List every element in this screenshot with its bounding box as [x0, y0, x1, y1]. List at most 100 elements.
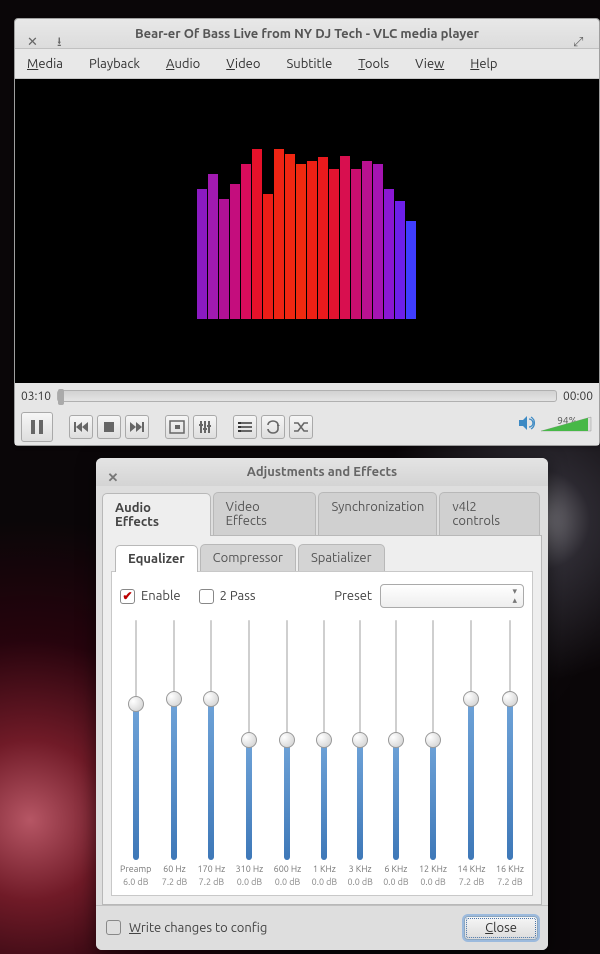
slider-value: 0.0 dB [312, 877, 337, 887]
dialog-titlebar[interactable]: ✕ Adjustments and Effects [96, 458, 548, 486]
stop-button[interactable] [97, 415, 121, 439]
menu-view[interactable]: View [409, 54, 450, 74]
band-16khz-slider[interactable] [500, 620, 520, 860]
fullscreen-button[interactable] [165, 415, 189, 439]
visualizer-bar [285, 154, 295, 319]
shuffle-button[interactable] [289, 415, 313, 439]
video-area[interactable] [15, 79, 599, 383]
slider-knob[interactable] [502, 691, 518, 707]
visualizer-bar [373, 164, 383, 319]
subtab-equalizer[interactable]: Equalizer [115, 545, 198, 572]
visualizer-bar [208, 174, 218, 319]
slider-knob[interactable] [425, 732, 441, 748]
checkbox-icon: ✔ [120, 589, 135, 604]
pause-button[interactable] [21, 412, 53, 442]
extended-settings-button[interactable] [193, 415, 217, 439]
band-170hz-slider[interactable] [201, 620, 221, 860]
menu-help[interactable]: Help [464, 54, 503, 74]
dialog-tabs: Audio EffectsVideo EffectsSynchronizatio… [102, 492, 542, 535]
subtab-spatializer[interactable]: Spatializer [298, 544, 385, 571]
playlist-button[interactable] [233, 415, 257, 439]
visualizer-bar [329, 169, 339, 319]
visualizer-bar [351, 169, 361, 319]
slider-knob[interactable] [279, 732, 295, 748]
slider-knob[interactable] [166, 691, 182, 707]
window-maximize-icon[interactable]: ⤢ [573, 27, 587, 41]
slider-knob[interactable] [388, 732, 404, 748]
visualizer-bar [395, 201, 405, 319]
preset-select[interactable] [380, 584, 524, 608]
window-close-icon[interactable]: ✕ [27, 27, 41, 41]
slider-label: 14 KHz [457, 864, 485, 875]
tab-v4l2-controls[interactable]: v4l2 controls [439, 492, 540, 535]
menu-playback[interactable]: Playback [83, 54, 146, 74]
visualizer-bar [307, 161, 317, 319]
visualizer-bar [263, 194, 273, 319]
dialog-close-icon[interactable]: ✕ [106, 464, 120, 492]
visualizer-bar [384, 189, 394, 319]
band-12khz-slider[interactable] [423, 620, 443, 860]
slider-knob[interactable] [463, 691, 479, 707]
band-6khz-slider[interactable] [386, 620, 406, 860]
loop-button[interactable] [261, 415, 285, 439]
menu-tools[interactable]: Tools [352, 54, 395, 74]
slider-label: 3 KHz [349, 864, 372, 875]
band-3khz-slider[interactable] [350, 620, 370, 860]
slider-knob[interactable] [316, 732, 332, 748]
volume-slider[interactable] [541, 415, 591, 433]
close-button[interactable]: Close [464, 916, 538, 940]
slider-label: 600 Hz [274, 864, 302, 875]
visualizer-bar [362, 161, 372, 319]
enable-checkbox[interactable]: ✔ Enable [120, 589, 181, 604]
band-600hz-slider[interactable] [277, 620, 297, 860]
slider-label: 1 KHz [313, 864, 336, 875]
slider-knob[interactable] [203, 691, 219, 707]
tab-synchronization[interactable]: Synchronization [318, 492, 437, 535]
preamp-slider[interactable] [126, 620, 146, 860]
band-60hz-slider[interactable] [164, 620, 184, 860]
prev-button[interactable] [69, 415, 93, 439]
seek-bar[interactable] [57, 390, 557, 402]
write-changes-checkbox[interactable]: Write changes to config [106, 920, 267, 935]
slider-knob[interactable] [128, 696, 144, 712]
equalizer-sliders: Preamp6.0 dB60 Hz7.2 dB170 Hz7.2 dB310 H… [120, 620, 524, 887]
speaker-icon[interactable] [519, 416, 535, 433]
window-minimize-icon[interactable]: ⭳ [57, 27, 71, 41]
window-title: Bear-er Of Bass Live from NY DJ Tech - V… [15, 19, 599, 49]
tab-audio-effects[interactable]: Audio Effects [102, 493, 211, 536]
slider-value: 0.0 dB [275, 877, 300, 887]
slider-knob[interactable] [241, 732, 257, 748]
two-pass-checkbox[interactable]: 2 Pass [199, 589, 256, 604]
menu-media[interactable]: Media [21, 54, 69, 74]
visualizer-bar [219, 199, 229, 319]
subtab-compressor[interactable]: Compressor [200, 544, 296, 571]
menu-subtitle[interactable]: Subtitle [280, 54, 338, 74]
menubar: Media Playback Audio Video Subtitle Tools View… [15, 49, 599, 79]
audio-effects-subtabs: EqualizerCompressorSpatializer [115, 544, 533, 571]
slider-value: 6.0 dB [123, 877, 148, 887]
visualizer-bar [197, 189, 207, 319]
band-1khz-slider[interactable] [314, 620, 334, 860]
vlc-player-window: ✕ ⭳ ⤢ Bear-er Of Bass Live from NY DJ Te… [14, 18, 600, 446]
slider-label: 16 KHz [496, 864, 524, 875]
band-14khz-slider[interactable] [461, 620, 481, 860]
band-310hz-slider[interactable] [239, 620, 259, 860]
visualizer-bar [252, 149, 262, 319]
menu-audio[interactable]: Audio [160, 54, 206, 74]
slider-value: 0.0 dB [237, 877, 262, 887]
slider-value: 7.2 dB [199, 877, 224, 887]
slider-label: 170 Hz [198, 864, 226, 875]
slider-value: 0.0 dB [347, 877, 372, 887]
slider-label: 310 Hz [236, 864, 264, 875]
next-button[interactable] [125, 415, 149, 439]
remaining-time: 00:00 [563, 390, 593, 403]
window-titlebar[interactable]: ✕ ⭳ ⤢ Bear-er Of Bass Live from NY DJ Te… [15, 19, 599, 49]
slider-label: 60 Hz [163, 864, 186, 875]
checkbox-icon [199, 589, 214, 604]
seek-knob[interactable] [58, 389, 64, 405]
visualizer-bar [318, 157, 328, 319]
menu-video[interactable]: Video [220, 54, 266, 74]
tab-video-effects[interactable]: Video Effects [213, 492, 317, 535]
slider-knob[interactable] [352, 732, 368, 748]
equalizer-panel: ✔ Enable 2 Pass Preset Preamp6.0 dB60 Hz… [111, 571, 533, 896]
